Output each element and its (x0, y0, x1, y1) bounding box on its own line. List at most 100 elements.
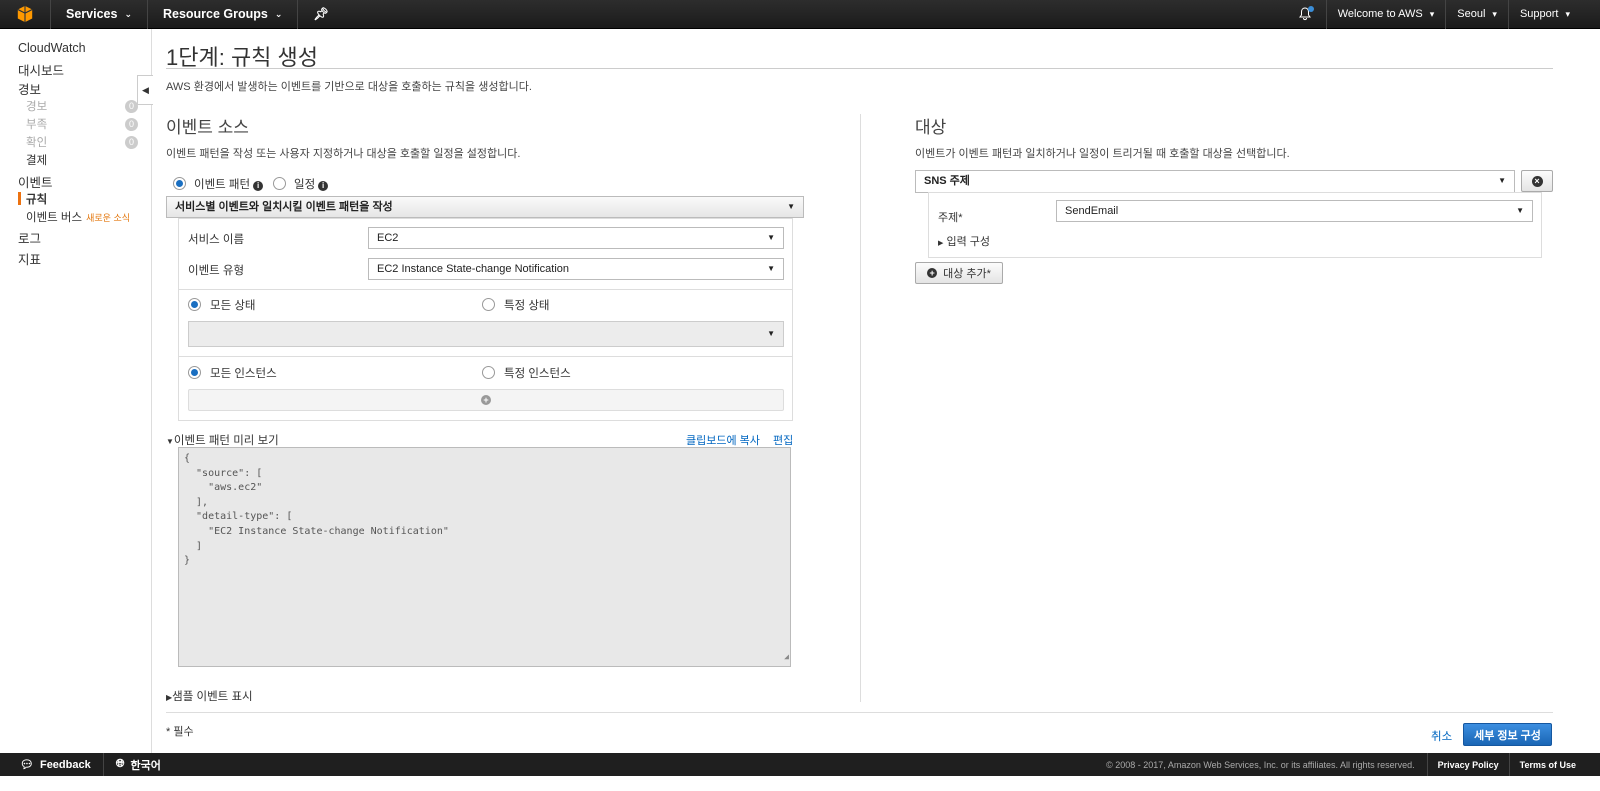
targets-description: 이벤트가 이벤트 패턴과 일치하거나 일정이 트리거될 때 호출할 대상을 선택… (915, 148, 1290, 160)
pin-button[interactable]: 📌︎ (298, 0, 344, 29)
account-menu[interactable]: Welcome to AWS ▾ (1327, 0, 1446, 29)
copyright-text: © 2008 - 2017, Amazon Web Services, Inc.… (1106, 759, 1415, 770)
sidebar-item-metrics[interactable]: 지표 (18, 249, 41, 268)
count-badge: 0 (125, 136, 138, 149)
event-type-select[interactable]: EC2 Instance State-change Notification ▼ (368, 258, 784, 280)
plus-circle-icon: + (481, 395, 491, 405)
service-name-value: EC2 (377, 232, 399, 244)
active-indicator (18, 192, 21, 205)
pattern-preview-toggle[interactable]: ▼이벤트 패턴 미리 보기 (166, 432, 279, 448)
cancel-link[interactable]: 취소 (1431, 728, 1452, 744)
event-pattern-preview[interactable]: { "source": [ "aws.ec2" ], "detail-type"… (178, 447, 791, 667)
divider (166, 712, 1553, 713)
language-button[interactable]: 🌐︎ 한국어 (104, 753, 173, 776)
aws-logo-icon[interactable] (0, 0, 50, 29)
resource-groups-label: Resource Groups (162, 7, 268, 21)
region-label: Seoul (1457, 8, 1486, 20)
specific-instance-label: 특정 인스턴스 (504, 368, 571, 380)
event-pattern-radio[interactable] (173, 177, 186, 190)
event-source-description: 이벤트 패턴을 작성 또는 사용자 지정하거나 대상을 호출할 일정을 설정합니… (166, 148, 521, 160)
specific-state-radio[interactable] (482, 298, 495, 311)
info-icon[interactable]: i (253, 181, 264, 191)
any-state-radio[interactable] (188, 298, 201, 311)
edit-pattern-link[interactable]: 편집 (773, 432, 793, 448)
support-label: Support (1519, 8, 1559, 20)
sidebar-item-alarm-state[interactable]: 경보 (26, 98, 47, 114)
topic-value: SendEmail (1065, 205, 1119, 217)
pattern-mode-select[interactable]: 서비스별 이벤트와 일치시킬 이벤트 패턴을 작성 ▼ (166, 196, 804, 218)
bell-icon (1295, 4, 1315, 24)
divider (166, 68, 1553, 69)
any-instance-label: 모든 인스턴스 (210, 368, 277, 380)
chevron-down-icon: ▾ (1429, 8, 1435, 19)
feedback-label: Feedback (39, 758, 91, 771)
show-sample-label: 샘플 이벤트 표시 (172, 691, 253, 703)
pattern-mode-value: 서비스별 이벤트와 일치시킬 이벤트 패턴을 작성 (175, 201, 393, 213)
info-icon[interactable]: i (318, 181, 329, 191)
state-select[interactable]: ▼ (188, 321, 784, 347)
privacy-policy-link[interactable]: Privacy Policy (1428, 760, 1509, 770)
event-buses-label: 이벤트 버스 (26, 212, 83, 224)
remove-target-button[interactable]: × (1521, 170, 1553, 192)
chevron-down-icon: ▾ (1565, 8, 1570, 19)
show-sample-toggle[interactable]: ▶샘플 이벤트 표시 (166, 688, 253, 704)
schedule-text: 일정 (294, 179, 316, 191)
add-target-button[interactable]: + 대상 추가* (915, 262, 1003, 284)
add-instance-button[interactable]: + (188, 389, 784, 411)
sidebar-item-ok-state[interactable]: 확인 (26, 134, 47, 150)
terms-of-use-link[interactable]: Terms of Use (1510, 760, 1600, 770)
sidebar-item-events[interactable]: 이벤트 (18, 172, 53, 191)
schedule-radio[interactable] (273, 177, 286, 190)
caret-down-icon: ▼ (767, 329, 775, 338)
new-badge: 새로운 소식 (86, 213, 131, 223)
notifications-button[interactable] (1284, 0, 1326, 29)
caret-down-icon: ▼ (787, 202, 795, 211)
specific-state-label: 특정 상태 (504, 300, 550, 312)
sidebar-item-cloudwatch[interactable]: CloudWatch (18, 41, 86, 55)
sidebar-item-insufficient-state[interactable]: 부족 (26, 116, 47, 132)
configure-input-label: 입력 구성 (946, 236, 990, 248)
sidebar-item-dashboards[interactable]: 대시보드 (18, 60, 64, 79)
collapse-sidebar-button[interactable]: ◀ (137, 75, 153, 105)
sidebar-item-billing[interactable]: 결제 (26, 152, 47, 168)
sidebar-item-rules[interactable]: 규칙 (26, 191, 47, 207)
top-nav-bar: Services ⌄ Resource Groups ⌄ 📌︎ Welcome to… (0, 0, 1600, 29)
sidebar-item-logs[interactable]: 로그 (18, 228, 41, 247)
account-label: Welcome to AWS (1337, 8, 1423, 20)
page-description: AWS 환경에서 발생하는 이벤트를 기반으로 대상을 호출하는 규칙을 생성합… (166, 81, 532, 93)
service-name-label: 서비스 이름 (188, 234, 245, 246)
caret-down-icon: ▼ (1498, 176, 1506, 185)
targets-title: 대상 (915, 118, 947, 137)
chevron-down-icon: ▾ (1492, 8, 1497, 19)
add-target-label: 대상 추가* (943, 268, 991, 280)
copy-to-clipboard-link[interactable]: 클립보드에 복사 (686, 432, 760, 448)
support-menu[interactable]: Support ▾ (1509, 0, 1600, 29)
service-name-select[interactable]: EC2 ▼ (368, 227, 784, 249)
globe-icon: 🌐︎ (115, 758, 125, 770)
sidebar-item-alarms[interactable]: 경보 (18, 79, 41, 98)
bottom-bar: 💬︎ Feedback 🌐︎ 한국어 © 2008 - 2017, Amazon W… (0, 753, 1600, 776)
topic-select[interactable]: SendEmail ▼ (1056, 200, 1533, 222)
caret-right-icon: ▶ (938, 240, 944, 247)
event-pattern-label: 이벤트 패턴 i (194, 176, 264, 192)
services-label: Services (66, 7, 118, 21)
required-note: * 필수 (166, 726, 194, 738)
specific-instance-radio[interactable] (482, 366, 495, 379)
configure-input-toggle[interactable]: ▶ 입력 구성 (938, 233, 990, 249)
services-menu[interactable]: Services ⌄ (51, 0, 147, 29)
chevron-down-icon: ⌄ (124, 8, 132, 19)
any-instance-radio[interactable] (188, 366, 201, 379)
sidebar-item-event-buses[interactable]: 이벤트 버스 새로운 소식 (26, 209, 130, 225)
caret-down-icon: ▼ (767, 233, 775, 242)
count-badge: 0 (125, 118, 138, 131)
pin-icon: 📌︎ (313, 6, 330, 21)
resize-handle-icon[interactable]: ◢ (784, 650, 789, 665)
target-type-select[interactable]: SNS 주제 ▼ (915, 170, 1515, 193)
feedback-button[interactable]: 💬︎ Feedback (0, 753, 103, 776)
topic-label: 주제* (938, 212, 963, 224)
event-type-label: 이벤트 유형 (188, 265, 245, 277)
configure-details-button[interactable]: 세부 정보 구성 (1463, 723, 1552, 746)
region-menu[interactable]: Seoul ▾ (1446, 0, 1508, 29)
resource-groups-menu[interactable]: Resource Groups ⌄ (148, 0, 297, 29)
close-circle-icon: × (1531, 175, 1543, 187)
